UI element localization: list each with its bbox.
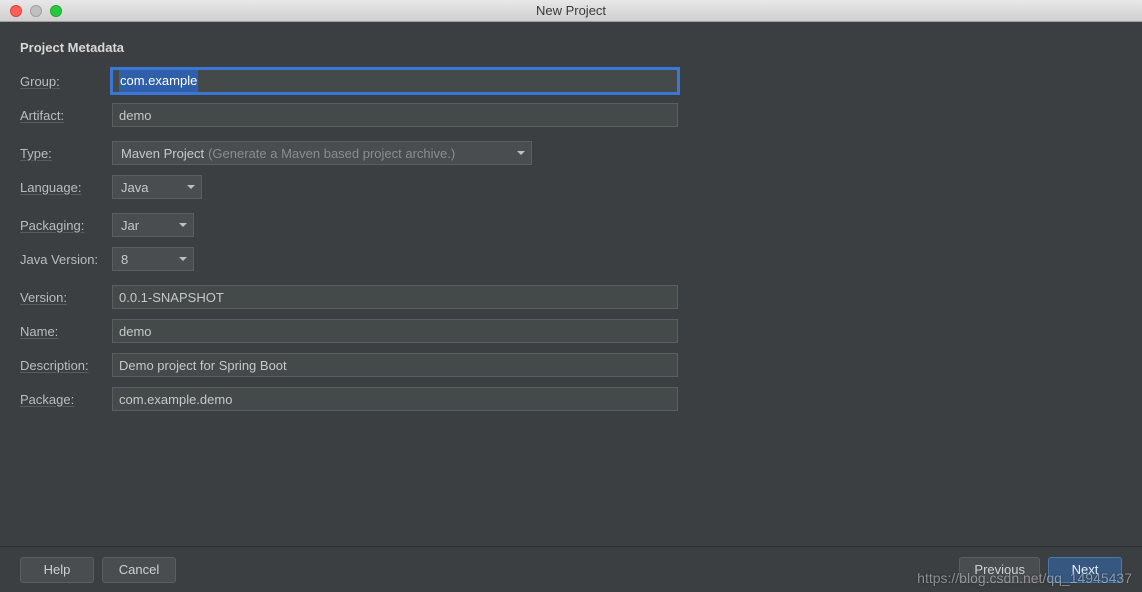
window-title: New Project — [0, 0, 1142, 22]
row-type: Type: Maven Project (Generate a Maven ba… — [20, 141, 1122, 165]
language-select-value: Java — [121, 180, 148, 195]
close-icon[interactable] — [10, 5, 22, 17]
title-bar: New Project — [0, 0, 1142, 22]
chevron-down-icon — [187, 183, 195, 191]
group-input[interactable]: com.example — [112, 69, 678, 93]
row-group: Group: com.example — [20, 69, 1122, 93]
row-java-version: Java Version: 8 — [20, 247, 1122, 271]
label-group: Group: — [20, 74, 112, 89]
group-input-text: com.example — [119, 70, 198, 92]
type-select[interactable]: Maven Project (Generate a Maven based pr… — [112, 141, 532, 165]
section-title: Project Metadata — [20, 40, 1122, 55]
help-button[interactable]: Help — [20, 557, 94, 583]
label-packaging: Packaging: — [20, 218, 112, 233]
row-language: Language: Java — [20, 175, 1122, 199]
packaging-select[interactable]: Jar — [112, 213, 194, 237]
label-package: Package: — [20, 392, 112, 407]
label-type: Type: — [20, 146, 112, 161]
next-button[interactable]: Next — [1048, 557, 1122, 583]
cancel-button[interactable]: Cancel — [102, 557, 176, 583]
java-version-select-value: 8 — [121, 252, 128, 267]
chevron-down-icon — [179, 221, 187, 229]
row-packaging: Packaging: Jar — [20, 213, 1122, 237]
label-artifact: Artifact: — [20, 108, 112, 123]
content-area: Project Metadata Group: com.example Arti… — [0, 22, 1142, 546]
minimize-icon[interactable] — [30, 5, 42, 17]
maximize-icon[interactable] — [50, 5, 62, 17]
packaging-select-value: Jar — [121, 218, 139, 233]
package-input[interactable] — [112, 387, 678, 411]
row-version: Version: — [20, 285, 1122, 309]
row-package: Package: — [20, 387, 1122, 411]
language-select[interactable]: Java — [112, 175, 202, 199]
row-name: Name: — [20, 319, 1122, 343]
row-artifact: Artifact: — [20, 103, 1122, 127]
java-version-select[interactable]: 8 — [112, 247, 194, 271]
label-language: Language: — [20, 180, 112, 195]
chevron-down-icon — [517, 149, 525, 157]
version-input[interactable] — [112, 285, 678, 309]
type-select-value: Maven Project — [121, 146, 204, 161]
label-name: Name: — [20, 324, 112, 339]
window-controls — [0, 5, 62, 17]
chevron-down-icon — [179, 255, 187, 263]
name-input[interactable] — [112, 319, 678, 343]
type-select-hint: (Generate a Maven based project archive.… — [208, 146, 455, 161]
footer: Help Cancel Previous Next — [0, 546, 1142, 592]
previous-button[interactable]: Previous — [959, 557, 1040, 583]
label-java-version: Java Version: — [20, 252, 112, 267]
row-description: Description: — [20, 353, 1122, 377]
label-version: Version: — [20, 290, 112, 305]
label-description: Description: — [20, 358, 112, 373]
description-input[interactable] — [112, 353, 678, 377]
artifact-input[interactable] — [112, 103, 678, 127]
